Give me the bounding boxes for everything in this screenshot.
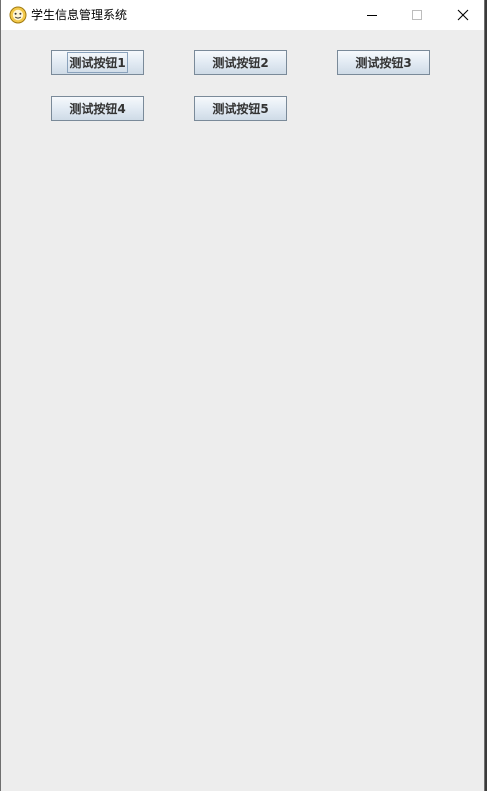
maximize-button[interactable]: [394, 0, 440, 30]
close-icon: [457, 6, 469, 25]
minimize-icon: [366, 6, 378, 25]
test-button-5[interactable]: 测试按钮5: [194, 96, 287, 121]
window-title: 学生信息管理系统: [31, 8, 128, 22]
test-button-2-label: 测试按钮2: [212, 56, 269, 70]
app-window: 学生信息管理系统 测试按钮1 测试按钮2 测试按钮3 测试按钮4 测试按钮5: [0, 0, 485, 791]
app-logo-icon: [9, 6, 27, 24]
test-button-4-label: 测试按钮4: [69, 102, 126, 116]
test-button-5-label: 测试按钮5: [212, 102, 269, 116]
test-button-4[interactable]: 测试按钮4: [51, 96, 144, 121]
test-button-3[interactable]: 测试按钮3: [337, 50, 430, 75]
test-button-2[interactable]: 测试按钮2: [194, 50, 287, 75]
title-bar[interactable]: 学生信息管理系统: [1, 0, 484, 30]
content-panel: 测试按钮1 测试按钮2 测试按钮3 测试按钮4 测试按钮5: [1, 30, 484, 791]
close-button[interactable]: [440, 0, 484, 30]
minimize-button[interactable]: [349, 0, 395, 30]
test-button-1-label: 测试按钮1: [67, 52, 128, 73]
test-button-1[interactable]: 测试按钮1: [51, 50, 144, 75]
maximize-icon: [411, 6, 423, 25]
test-button-3-label: 测试按钮3: [355, 56, 412, 70]
